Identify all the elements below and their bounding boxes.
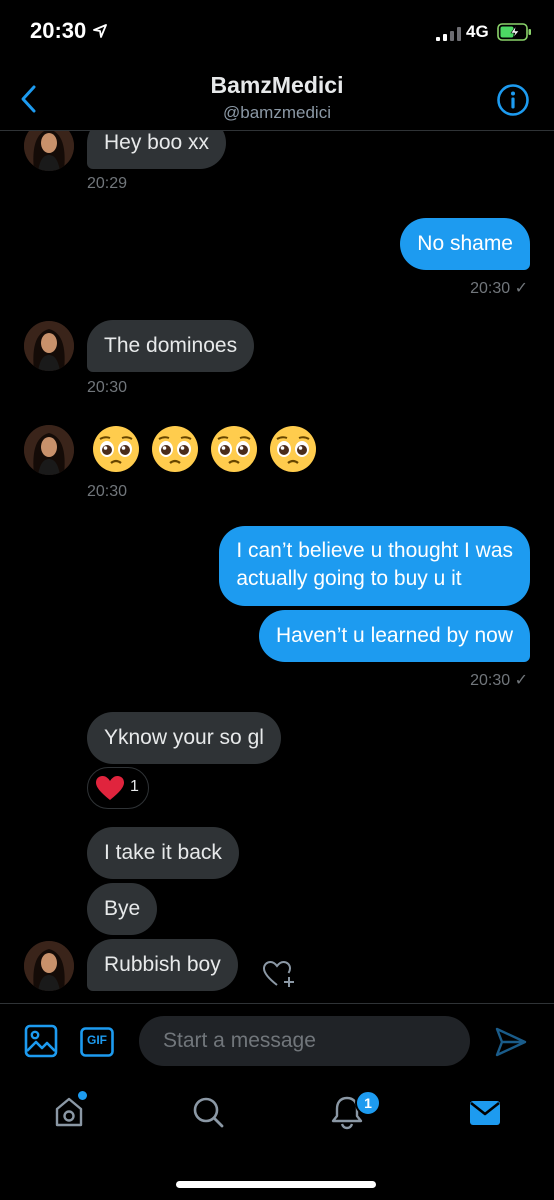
message-bubble[interactable]: I take it back [87,827,239,879]
message-bubble[interactable]: I can’t believe u thought I was actually… [219,526,530,606]
message-timestamp: 20:30 [87,379,128,396]
info-icon[interactable] [496,83,530,122]
location-arrow-icon [93,24,107,43]
pleading-face-icon [270,426,316,472]
message-line: I can’t believe u thought I was [236,539,513,562]
message-bubble[interactable]: Rubbish boy [87,939,238,991]
gif-label: GIF [87,1033,107,1047]
pleading-face-icon [93,426,139,472]
avatar[interactable] [24,131,74,171]
reaction-badge[interactable]: 1 [87,767,149,809]
message-timestamp: 20:29 [87,175,128,192]
pleading-face-icon [211,426,257,472]
message-bubble[interactable]: No shame [400,218,530,270]
message-bubble[interactable]: The dominoes [87,320,255,372]
message-bubble[interactable]: Yknow your so gl [87,712,281,764]
avatar[interactable] [24,425,74,475]
contact-handle: @bamzmedici [223,103,331,122]
message-bubble[interactable]: Haven’t u learned by now [259,610,530,662]
gif-button[interactable]: GIF [80,1027,114,1062]
conversation-header: BamzMedici @bamzmedici [0,66,554,131]
contact-name[interactable]: BamzMedici [0,72,554,99]
status-time: 20:30 [30,18,87,43]
tab-bar: 1 [0,1078,554,1200]
avatar[interactable] [24,321,74,371]
home-icon[interactable] [52,1094,86,1135]
add-reaction-icon[interactable] [262,959,296,994]
notifications-badge: 1 [355,1090,381,1116]
status-bar: 20:30 4G [0,0,554,66]
network-type: 4G [466,22,489,41]
message-composer: GIF Start a message [0,1003,554,1079]
message-list[interactable]: Hey boo xx 20:29 No shame 20:30 ✓ The do… [0,131,554,1003]
pleading-face-icon [152,426,198,472]
message-line: actually going to buy u it [236,567,462,590]
message-timestamp: 20:30 [87,483,128,500]
message-timestamp: 20:30 ✓ [470,672,528,689]
battery-icon [497,23,533,46]
avatar[interactable] [24,941,74,991]
message-bubble[interactable]: Bye [87,883,158,935]
home-indicator [176,1181,376,1188]
heart-icon [95,775,125,806]
signal-icon [436,27,462,46]
messages-envelope-icon[interactable] [468,1094,502,1135]
image-icon[interactable] [24,1024,58,1063]
search-icon[interactable] [191,1094,225,1135]
send-icon[interactable] [494,1026,528,1063]
message-input[interactable]: Start a message [139,1016,470,1066]
home-notification-dot [78,1091,87,1100]
reaction-count: 1 [130,778,139,795]
message-timestamp: 20:30 ✓ [470,280,528,297]
message-bubble[interactable]: Hey boo xx [87,131,227,169]
